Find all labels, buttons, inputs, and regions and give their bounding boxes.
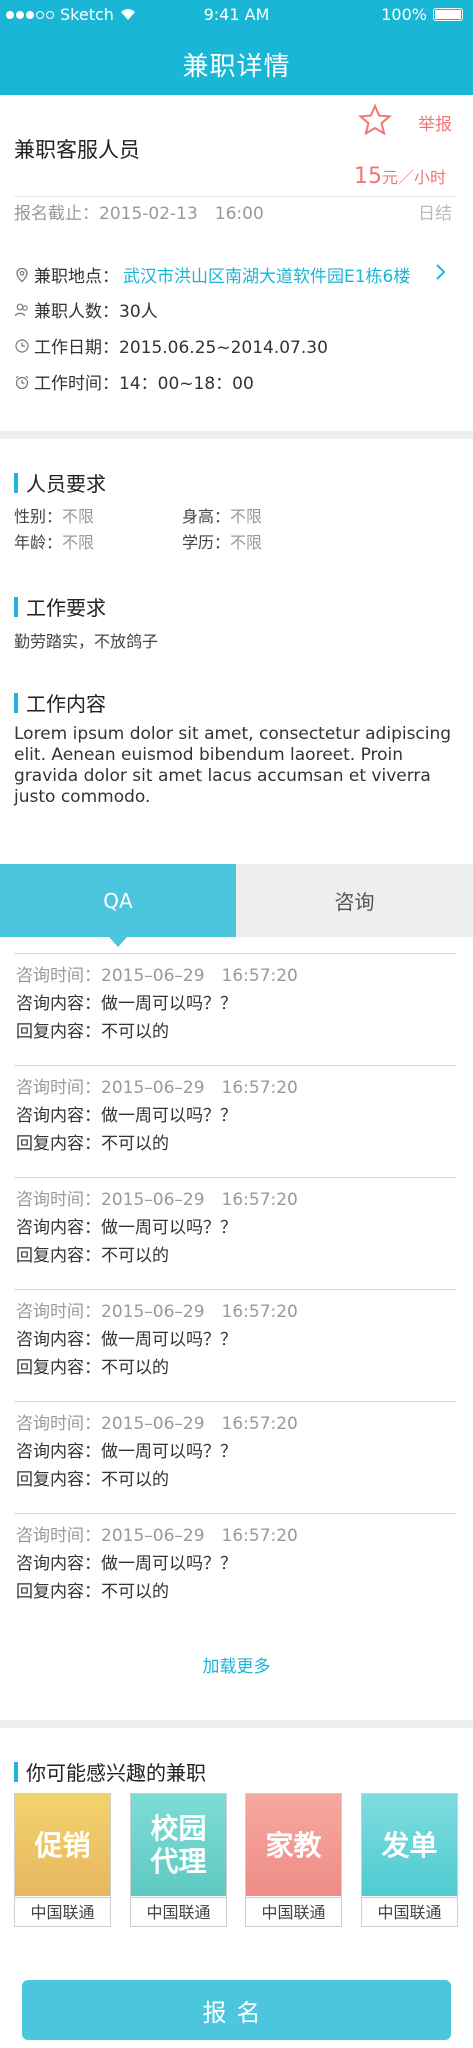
card-image: 家教 <box>246 1794 341 1896</box>
qa-time: 咨询时间：2015–06–29 16:57:20 <box>16 1078 298 1098</box>
gender-label: 性别： <box>14 507 63 526</box>
card-caption: 中国联通 <box>131 1897 226 1927</box>
qa-question: 咨询内容：做一周可以吗？？ <box>16 1218 237 1238</box>
work-content-text: Lorem ipsum dolor sit amet, consectetur … <box>14 724 452 807</box>
people-icon <box>14 303 28 316</box>
heading-text: 你可能感兴趣的兼职 <box>26 1761 206 1785</box>
age-label: 年龄： <box>14 533 63 552</box>
personnel-requirements-heading: 人员要求 <box>14 468 106 497</box>
work-content-heading: 工作内容 <box>14 688 106 717</box>
heading-text: 工作要求 <box>26 596 106 620</box>
req-gender: 性别：不限 <box>14 503 94 527</box>
card-image: 校园 代理 <box>131 1794 226 1896</box>
req-age: 年龄：不限 <box>14 529 94 553</box>
job-price: 15元／小时 <box>354 164 446 189</box>
qa-answer: 回复内容：不可以的 <box>16 1470 169 1490</box>
qa-question: 咨询内容：做一周可以吗？？ <box>16 1442 237 1462</box>
report-button[interactable]: 举报 <box>418 110 452 135</box>
alarm-clock-icon <box>15 375 29 389</box>
recommend-card[interactable]: 校园 代理 中国联通 <box>130 1793 227 1927</box>
qa-item: 咨询时间：2015–06–29 16:57:20 咨询内容：做一周可以吗？？ 回复内… <box>14 1401 457 1513</box>
tab-consult[interactable]: 咨询 <box>236 864 473 937</box>
tab-bar: QA 咨询 <box>0 864 473 937</box>
qa-answer: 回复内容：不可以的 <box>16 1246 169 1266</box>
location-value[interactable]: 武汉市洪山区南湖大道软件园E1栋6楼 <box>123 262 410 287</box>
star-icon[interactable] <box>358 103 392 137</box>
req-education: 学历：不限 <box>182 529 262 553</box>
height-value: 不限 <box>230 507 263 526</box>
status-bar: Sketch 9:41 AM 100% <box>0 0 473 30</box>
qa-question: 咨询内容：做一周可以吗？？ <box>16 1554 237 1574</box>
chevron-right-icon[interactable] <box>433 263 447 281</box>
recommend-heading: 你可能感兴趣的兼职 <box>14 1757 206 1786</box>
qa-item: 咨询时间：2015–06–29 16:57:20 咨询内容：做一周可以吗？？ 回复内… <box>14 1513 457 1625</box>
heading-text: 工作内容 <box>26 692 106 716</box>
location-pin-icon <box>16 267 28 282</box>
signup-button[interactable]: 报名 <box>22 1980 451 2040</box>
education-label: 学历： <box>182 533 231 552</box>
battery-percent: 100% <box>381 5 427 24</box>
card-image: 促销 <box>15 1794 110 1896</box>
page-title: 兼职详情 <box>182 52 291 82</box>
load-more-button[interactable]: 加载更多 <box>0 1652 473 1677</box>
qa-time: 咨询时间：2015–06–29 16:57:20 <box>16 1414 298 1434</box>
qa-time: 咨询时间：2015–06–29 16:57:20 <box>16 1190 298 1210</box>
qa-answer: 回复内容：不可以的 <box>16 1134 169 1154</box>
qa-item: 咨询时间：2015–06–29 16:57:20 咨询内容：做一周可以吗？？ 回复内… <box>14 1289 457 1401</box>
tab-qa[interactable]: QA <box>0 864 236 937</box>
qa-question: 咨询内容：做一周可以吗？？ <box>16 994 237 1014</box>
height-label: 身高： <box>182 507 231 526</box>
qa-time: 咨询时间：2015–06–29 16:57:20 <box>16 1302 298 1322</box>
qa-item: 咨询时间：2015–06–29 16:57:20 咨询内容：做一周可以吗？？ 回复内… <box>14 1065 457 1177</box>
recommend-card[interactable]: 促销 中国联通 <box>14 1793 111 1927</box>
education-value: 不限 <box>230 533 263 552</box>
qa-answer: 回复内容：不可以的 <box>16 1582 169 1602</box>
age-value: 不限 <box>62 533 95 552</box>
qa-item: 咨询时间：2015–06–29 16:57:20 咨询内容：做一周可以吗？？ 回复内… <box>14 953 457 1065</box>
work-requirements-text: 勤劳踏实，不放鸽子 <box>14 632 159 651</box>
divider <box>14 196 457 197</box>
qa-question: 咨询内容：做一周可以吗？？ <box>16 1106 237 1126</box>
recommend-card[interactable]: 发单 中国联通 <box>361 1793 458 1927</box>
active-tab-indicator <box>109 937 127 947</box>
location-label: 兼职地点： <box>34 267 119 287</box>
card-caption: 中国联通 <box>246 1897 341 1927</box>
qa-answer: 回复内容：不可以的 <box>16 1022 169 1042</box>
hours-text: 工作时间：14：00~18：00 <box>34 374 254 394</box>
qa-question: 咨询内容：做一周可以吗？？ <box>16 1330 237 1350</box>
job-people-count: 兼职人数：30人 <box>14 297 158 322</box>
heading-text: 人员要求 <box>26 472 106 496</box>
gender-value: 不限 <box>62 507 95 526</box>
people-text: 兼职人数：30人 <box>34 302 158 322</box>
job-hours: 工作时间：14：00~18：00 <box>14 369 254 394</box>
qa-time: 咨询时间：2015–06–29 16:57:20 <box>16 1526 298 1546</box>
card-image: 发单 <box>362 1794 457 1896</box>
payment-type: 日结 <box>418 204 452 224</box>
price-unit: 元／小时 <box>382 168 447 187</box>
job-location[interactable]: 兼职地点： 武汉市洪山区南湖大道软件园E1栋6楼 <box>14 262 410 287</box>
card-caption: 中国联通 <box>15 1897 110 1927</box>
price-amount: 15 <box>354 164 382 189</box>
job-dates: 工作日期：2015.06.25~2014.07.30 <box>14 333 328 358</box>
card-caption: 中国联通 <box>362 1897 457 1927</box>
clock-icon <box>15 338 29 353</box>
job-title: 兼职客服人员 <box>14 138 140 162</box>
work-requirements-heading: 工作要求 <box>14 592 106 621</box>
qa-answer: 回复内容：不可以的 <box>16 1358 169 1378</box>
qa-time: 咨询时间：2015–06–29 16:57:20 <box>16 966 298 986</box>
dates-text: 工作日期：2015.06.25~2014.07.30 <box>34 338 328 358</box>
section-separator <box>0 431 473 439</box>
recommend-card[interactable]: 家教 中国联通 <box>245 1793 342 1927</box>
req-height: 身高：不限 <box>182 503 262 527</box>
section-separator <box>0 1720 473 1728</box>
battery-icon <box>433 8 463 21</box>
signup-deadline: 报名截止：2015-02-13 16:00 <box>14 204 264 224</box>
qa-item: 咨询时间：2015–06–29 16:57:20 咨询内容：做一周可以吗？？ 回复内… <box>14 1177 457 1289</box>
